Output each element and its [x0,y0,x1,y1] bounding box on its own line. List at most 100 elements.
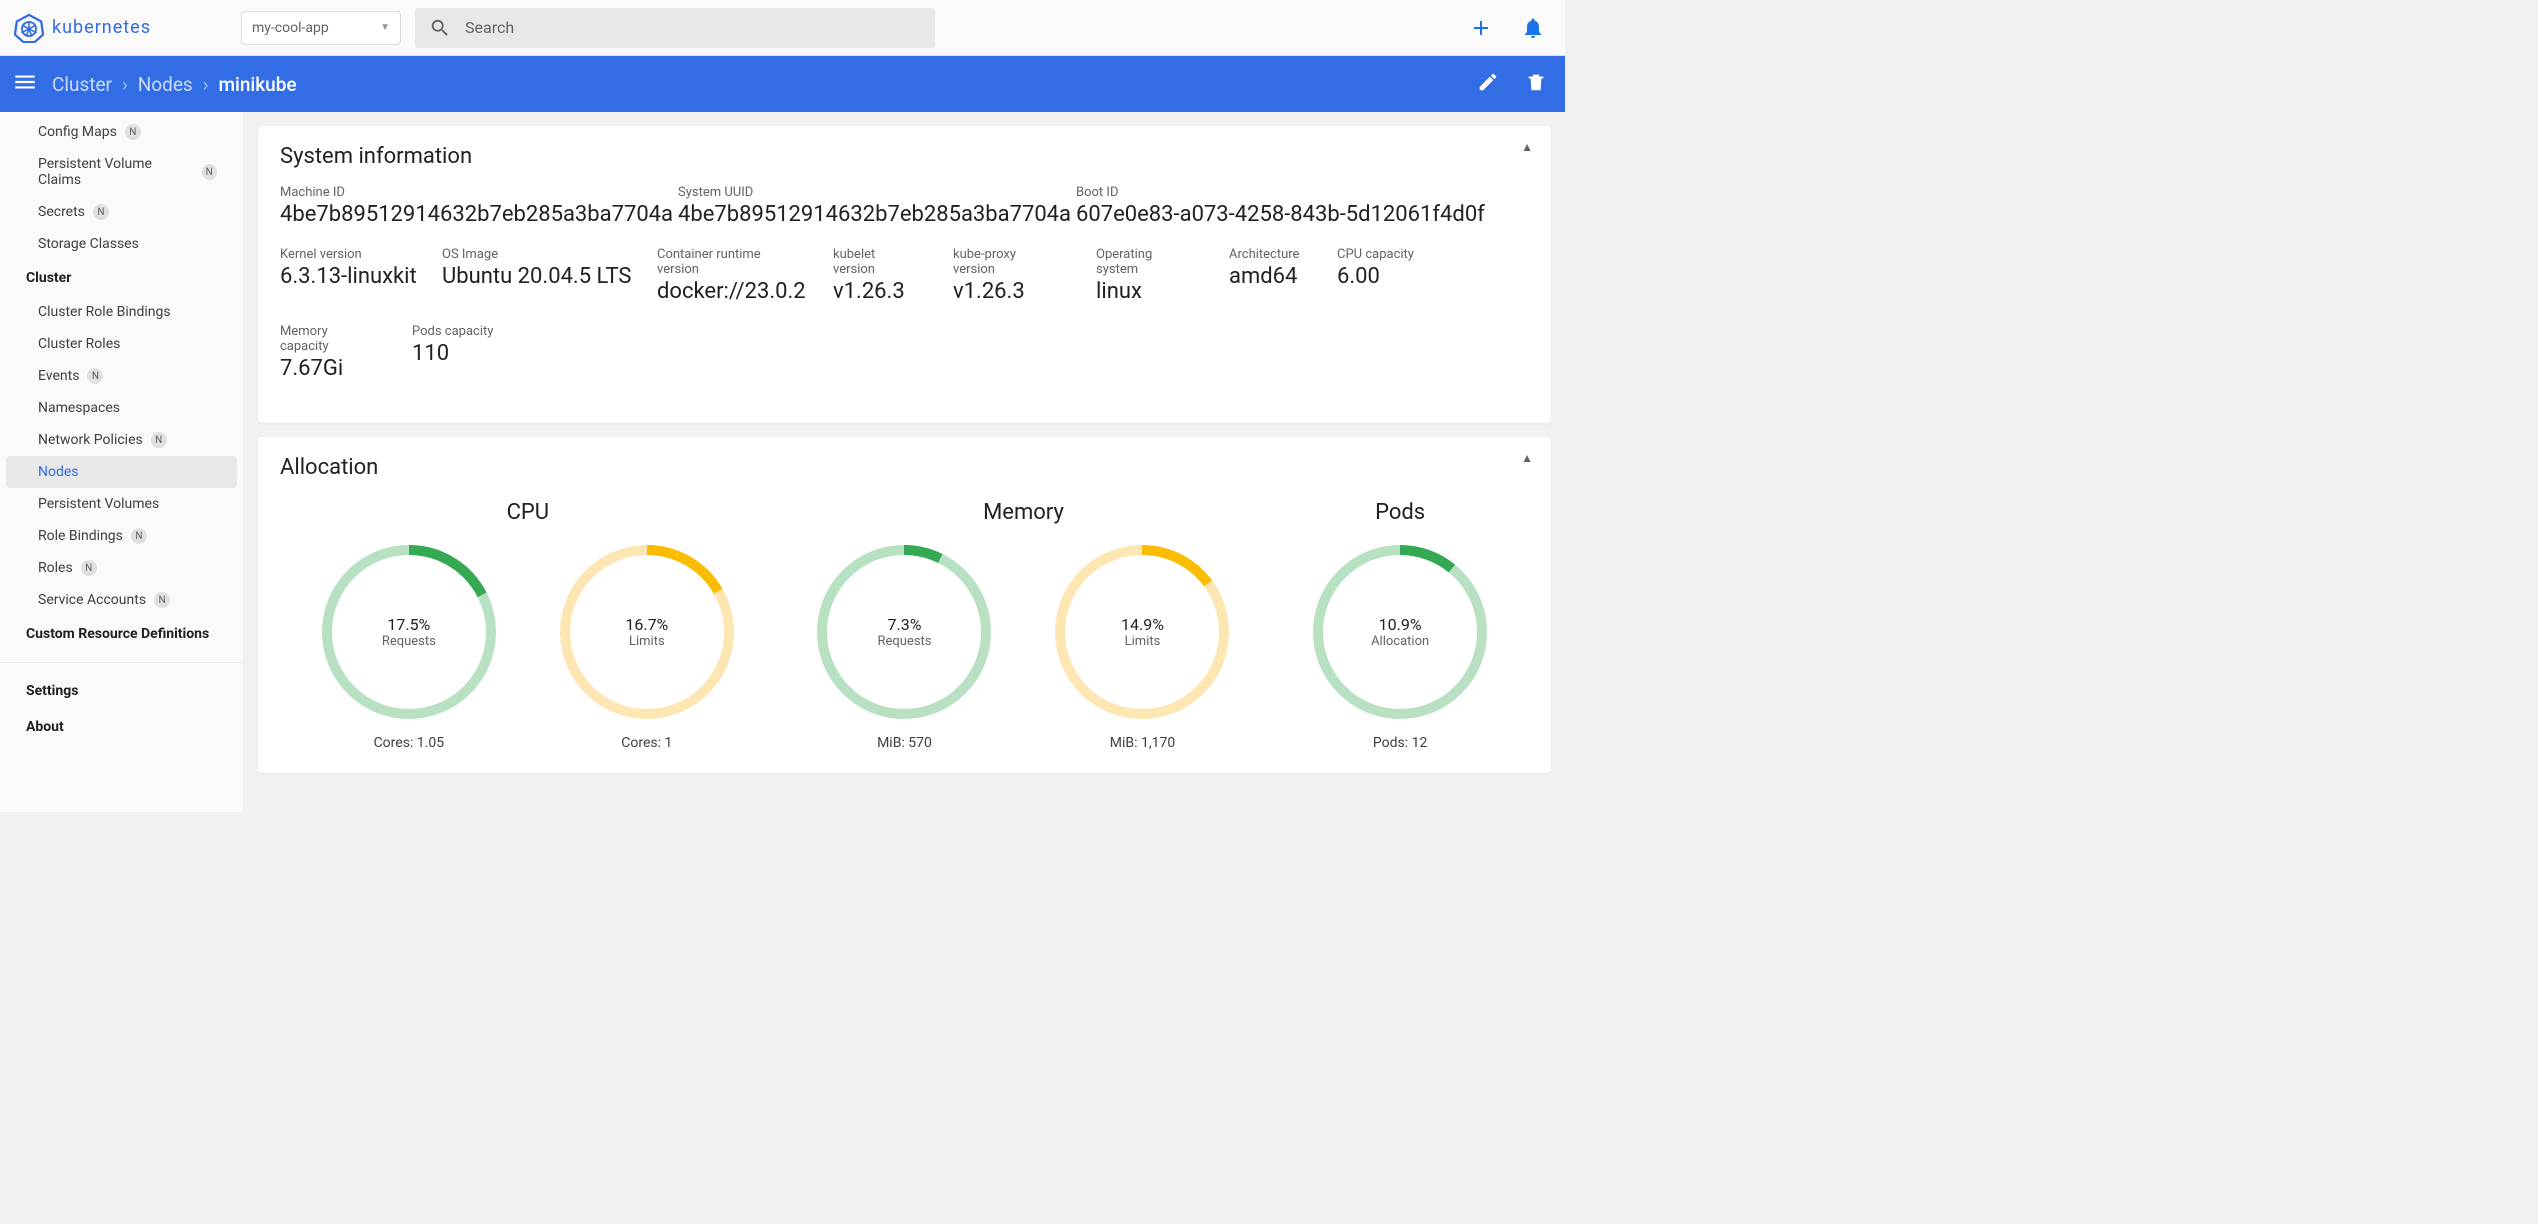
system-uuid-label: System UUID [678,185,1036,200]
collapse-toggle[interactable]: ▲ [1521,451,1533,465]
kubelet-value: v1.26.3 [833,279,913,304]
sidebar-item-service-accounts[interactable]: Service AccountsN [0,584,243,616]
sidebar-item-events[interactable]: Events N [0,360,243,392]
sidebar-item-cluster-roles[interactable]: Cluster Roles [0,328,243,360]
donut-footer: Cores: 1.05 [374,735,445,751]
donut-label: Limits [629,634,665,649]
arch-label: Architecture [1229,247,1297,262]
trash-icon [1525,71,1547,93]
kubernetes-logo-icon [14,13,44,43]
sidebar-item-storage-classes[interactable]: Storage Classes [0,228,243,260]
crt-value: docker://23.0.2 [657,279,793,304]
donut-footer: Pods: 12 [1373,735,1427,751]
sidebar-group-cluster: Cluster [0,260,243,296]
sidebar-group-crd[interactable]: Custom Resource Definitions [0,616,243,652]
kernel-label: Kernel version [280,247,402,262]
namespace-selector[interactable]: my-cool-app ▼ [241,11,401,45]
sidebar-item-nodes[interactable]: Nodes [6,456,237,488]
collapse-toggle[interactable]: ▲ [1521,140,1533,154]
alloc-cpu-title: CPU [320,500,736,525]
namespace-badge-icon: N [131,528,147,544]
topbar: kubernetes my-cool-app ▼ Search [0,0,1565,56]
boot-id-label: Boot ID [1076,185,1485,200]
sidebar-item-label: Nodes [38,464,79,480]
alloc-pods-title: Pods [1311,500,1489,525]
create-button[interactable] [1469,16,1493,40]
sidebar-item-persistent-volume-claims[interactable]: Persistent Volume ClaimsN [0,148,243,196]
crt-label: Container runtime version [657,247,793,277]
donut-label: Requests [382,634,436,649]
donut-chart: 14.9% Limits [1053,543,1231,721]
donut-memory-requests: 7.3% Requests MiB: 570 [815,543,993,751]
donut-pods-allocation: 10.9% Allocation Pods: 12 [1311,543,1489,751]
pods-cap-value: 110 [412,341,493,366]
sidebar-item-roles[interactable]: Roles N [0,552,243,584]
donut-percent: 7.3% [888,615,922,634]
sidebar: Config MapsNPersistent Volume ClaimsNSec… [0,112,244,812]
kubelet-label: kubelet version [833,247,913,277]
crumb-current: minikube [218,73,296,96]
content-area: ▲ System information Machine ID4be7b8951… [244,112,1565,812]
alloc-pods-column: Pods 10.9% Allocation Pods: 12 [1311,500,1489,751]
brand-logo[interactable]: kubernetes [14,13,151,43]
sidebar-about[interactable]: About [0,709,243,745]
breadcrumb: Cluster › Nodes › minikube [52,73,297,96]
sidebar-item-label: Roles [38,560,73,576]
sidebar-item-label: Role Bindings [38,528,123,544]
machine-id-value: 4be7b89512914632b7eb285a3ba7704a [280,202,638,227]
plus-icon [1469,16,1493,40]
crumb-nodes[interactable]: Nodes [138,73,193,96]
donut-percent: 17.5% [387,615,430,634]
donut-chart: 7.3% Requests [815,543,993,721]
sidebar-item-label: Events [38,368,79,384]
namespace-badge-icon: N [87,368,103,384]
search-box[interactable]: Search [415,8,935,48]
delete-button[interactable] [1525,71,1547,98]
bell-icon [1521,16,1545,40]
mem-cap-label: Memory capacity [280,324,372,354]
notifications-button[interactable] [1521,16,1545,40]
os-image-label: OS Image [442,247,617,262]
donut-chart: 17.5% Requests [320,543,498,721]
namespace-badge-icon: N [151,432,167,448]
sidebar-item-role-bindings[interactable]: Role Bindings N [0,520,243,552]
cpu-cap-label: CPU capacity [1337,247,1414,262]
kubeproxy-value: v1.26.3 [953,279,1056,304]
sidebar-item-label: Secrets [38,204,85,220]
donut-chart: 10.9% Allocation [1311,543,1489,721]
namespace-badge-icon: N [81,560,97,576]
chevron-right-icon: › [122,73,128,96]
pods-cap-label: Pods capacity [412,324,493,339]
kernel-value: 6.3.13-linuxkit [280,264,402,289]
sidebar-item-cluster-role-bindings[interactable]: Cluster Role Bindings [0,296,243,328]
alloc-memory-column: Memory 7.3% Requests MiB: 570 14.9% Limi… [815,500,1231,751]
os-value: linux [1096,279,1189,304]
alloc-cpu-column: CPU 17.5% Requests Cores: 1.05 16.7% Lim… [320,500,736,751]
brand-text: kubernetes [52,17,151,38]
sidebar-item-label: Service Accounts [38,592,146,608]
system-uuid-value: 4be7b89512914632b7eb285a3ba7704a [678,202,1036,227]
sidebar-item-label: Namespaces [38,400,120,416]
sidebar-item-label: Cluster Roles [38,336,120,352]
edit-button[interactable] [1477,71,1499,98]
sidebar-item-network-policies[interactable]: Network PoliciesN [0,424,243,456]
crumb-cluster[interactable]: Cluster [52,73,112,96]
donut-footer: Cores: 1 [621,735,672,751]
machine-id-label: Machine ID [280,185,638,200]
kubeproxy-label: kube-proxy version [953,247,1056,277]
sidebar-item-secrets[interactable]: SecretsN [0,196,243,228]
sidebar-item-namespaces[interactable]: Namespaces [0,392,243,424]
search-placeholder: Search [465,18,514,37]
system-info-card: ▲ System information Machine ID4be7b8951… [258,126,1551,423]
menu-button[interactable] [12,69,38,100]
donut-percent: 10.9% [1379,615,1422,634]
sidebar-item-config-maps[interactable]: Config MapsN [0,116,243,148]
donut-percent: 16.7% [625,615,668,634]
donut-label: Requests [877,634,931,649]
sidebar-settings[interactable]: Settings [0,673,243,709]
sidebar-item-label: Storage Classes [38,236,139,252]
chevron-down-icon: ▼ [380,22,390,33]
sidebar-item-persistent-volumes[interactable]: Persistent Volumes [0,488,243,520]
alloc-memory-title: Memory [815,500,1231,525]
pencil-icon [1477,71,1499,93]
